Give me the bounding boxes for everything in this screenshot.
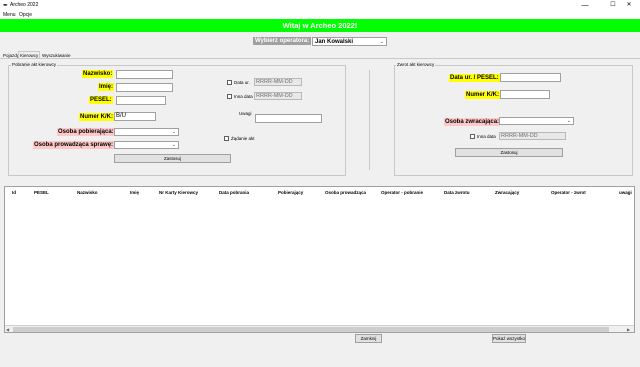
zwrot-inna-data-checkbox[interactable] xyxy=(470,134,475,139)
zwrot-inna-data-input[interactable]: RRRR-MM-DD xyxy=(499,132,566,140)
window-title: Archeo 2022 xyxy=(10,2,39,8)
osoba-zwracajaca-label: Osoba zwracająca: xyxy=(444,118,501,126)
pobranie-legend: Pobranie akt kierowcy xyxy=(11,62,58,67)
close-button[interactable]: ✕ xyxy=(618,0,640,11)
osoba-pobierajaca-label: Osoba pobierająca: xyxy=(57,128,115,136)
data-pesel-input[interactable] xyxy=(500,73,561,82)
column-header-pesel[interactable]: PESEL xyxy=(34,190,49,195)
menu-item-opcje[interactable]: Opcje xyxy=(19,12,32,18)
pesel-label: PESEL: xyxy=(89,96,113,104)
column-header-osoba-prowadzaca[interactable]: Osoba prowadząca xyxy=(325,190,366,195)
data-ur-label: Data ur. xyxy=(234,80,250,85)
column-header-operator-zwrot[interactable]: Operator - zwrot xyxy=(551,190,586,195)
menu-item-menu[interactable]: Menu xyxy=(3,12,16,18)
minimize-button[interactable]: — xyxy=(574,0,596,11)
osoba-zwracajaca-combo[interactable]: ⌄ xyxy=(499,117,574,125)
pobranie-submit-button[interactable]: Zastosuj xyxy=(114,154,231,163)
welcome-banner: Witaj w Archeo 2022! xyxy=(0,19,640,32)
imie-label: Imię: xyxy=(98,83,115,91)
zwrot-numer-kk-label: Numer K/K: xyxy=(465,91,501,99)
operator-select[interactable]: Jan Kowalski ⌄ xyxy=(312,37,387,46)
column-header-uwagi[interactable]: uwagi xyxy=(619,190,632,195)
column-header-nazwisko[interactable]: Nazwisko xyxy=(77,190,98,195)
title-bar: ✒ Archeo 2022 — ☐ ✕ xyxy=(0,0,640,11)
operator-selected-value: Jan Kowalski xyxy=(315,39,354,45)
scroll-left-icon[interactable]: ◀ xyxy=(6,326,9,333)
inna-data-input[interactable]: RRRR-MM-DD xyxy=(254,92,302,100)
inna-data-label: Inna data xyxy=(234,94,253,99)
feather-icon: ✒ xyxy=(3,3,9,9)
menu-bar: Menu Opcje xyxy=(0,11,640,19)
zwrot-numer-kk-input[interactable] xyxy=(500,90,550,99)
results-table[interactable]: Id PESEL Nazwisko Imię Nr Karty Kierowcy… xyxy=(4,186,635,333)
scroll-right-icon[interactable]: ▶ xyxy=(627,326,630,333)
chevron-down-icon: ⌄ xyxy=(566,118,571,124)
pesel-input[interactable] xyxy=(116,96,166,105)
column-header-operator-pobranie[interactable]: Operator - pobranie xyxy=(381,190,423,195)
imie-input[interactable] xyxy=(116,83,173,92)
operator-label: Wybierz operatora: xyxy=(253,37,312,45)
numer-kk-label: Numer K/K: xyxy=(79,113,115,121)
column-header-nr-karty[interactable]: Nr Karty Kierowcy xyxy=(159,190,198,195)
data-ur-checkbox[interactable] xyxy=(227,80,232,85)
zadanie-akt-checkbox[interactable] xyxy=(224,136,229,141)
show-all-button[interactable]: Pokaż wszystko xyxy=(492,334,526,343)
uwagi-input[interactable] xyxy=(255,114,322,123)
uwagi-label: Uwagi xyxy=(239,111,252,116)
zwrot-submit-button[interactable]: Zastosuj xyxy=(455,148,563,157)
chevron-down-icon: ⌄ xyxy=(171,142,176,148)
column-header-imie[interactable]: Imię xyxy=(130,190,139,195)
osoba-pobierajaca-combo[interactable]: ⌄ xyxy=(114,128,179,136)
vertical-separator xyxy=(369,70,370,170)
data-pesel-label: Data ur. / PESEL: xyxy=(449,74,500,82)
osoba-prowadzaca-combo[interactable]: ⌄ xyxy=(114,141,179,149)
chevron-down-icon: ⌄ xyxy=(171,129,176,135)
nazwisko-input[interactable] xyxy=(116,70,173,79)
zwrot-legend: Zwrot akt kierowcy xyxy=(396,62,436,67)
numer-kk-input[interactable]: B/U xyxy=(114,112,156,121)
nazwisko-label: Nazwisko: xyxy=(82,70,114,78)
chevron-down-icon: ⌄ xyxy=(379,39,384,45)
column-header-zwracajacy[interactable]: Zwracający xyxy=(495,190,519,195)
osoba-prowadzaca-label: Osoba prowadząca sprawę: xyxy=(33,141,115,149)
inna-data-checkbox[interactable] xyxy=(227,94,232,99)
column-header-data-pobrania[interactable]: Data pobrania xyxy=(219,190,249,195)
column-header-pobierajacy[interactable]: Pobierający xyxy=(278,190,303,195)
column-header-data-zwrotu[interactable]: Data zwrotu xyxy=(444,190,470,195)
horizontal-scrollbar[interactable]: ◀ ▶ xyxy=(5,325,634,332)
tab-divider xyxy=(0,58,640,59)
zadanie-akt-label: Żądanie akt xyxy=(231,136,255,141)
column-header-id[interactable]: Id xyxy=(12,190,16,195)
zwrot-inna-data-label: Inna data xyxy=(477,134,496,139)
scrollbar-thumb[interactable] xyxy=(13,327,609,332)
data-ur-input[interactable]: RRRR-MM-DD xyxy=(254,78,302,86)
close-window-button[interactable]: Zamknij xyxy=(355,334,382,343)
